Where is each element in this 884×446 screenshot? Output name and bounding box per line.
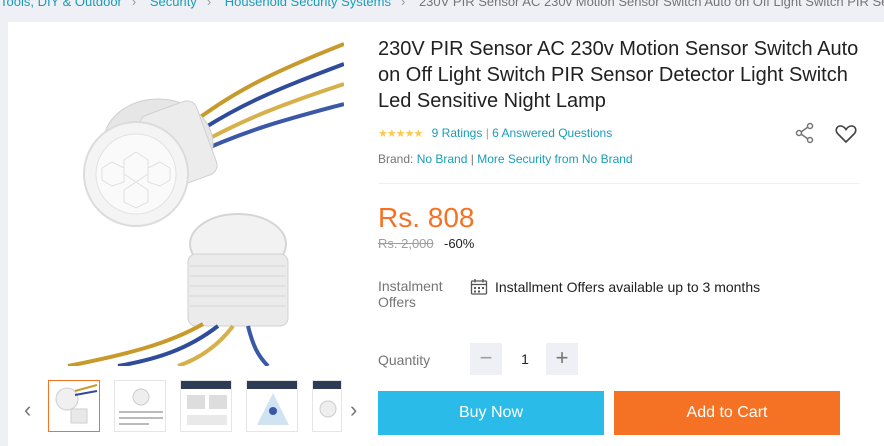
breadcrumb-separator: › [400,0,406,9]
instalment-offer-text: Installment Offers available up to 3 mon… [495,279,761,295]
thumbnail-image[interactable] [312,380,342,432]
product-title: 230V PIR Sensor AC 230v Motion Sensor Sw… [378,38,859,112]
more-from-brand-link[interactable]: More Security from No Brand [477,152,632,166]
current-price: Rs. 808 [378,202,475,233]
product-card: ‹ › 230V PIR Sensor AC 230v Motion Senso… [8,22,884,446]
add-to-cart-button[interactable]: Add to Cart [614,391,840,435]
instalment-label: Instalment Offers [378,278,443,310]
ratings-link[interactable]: 9 Ratings [432,126,483,140]
thumbnail-strip: ‹ › [18,377,368,437]
buy-now-button[interactable]: Buy Now [378,391,604,435]
thumbnail-image[interactable] [48,380,100,432]
rating-row: ★★★★★ 9 Ratings | 6 Answered Questions [378,126,612,140]
chevron-left-icon[interactable]: ‹ [24,397,31,423]
breadcrumb-current: 230V PIR Sensor AC 230v Motion Sensor Sw… [418,0,884,9]
discount-badge: -60% [444,236,475,251]
quantity-label: Quantity [378,352,431,368]
brand-row: Brand: No Brand | More Security from No … [378,152,633,166]
heart-icon[interactable] [834,122,858,146]
product-main-image[interactable] [28,34,344,366]
thumbnail-image[interactable] [114,380,166,432]
divider [378,183,860,184]
share-icon[interactable] [794,122,816,144]
quantity-decrease-button[interactable]: − [470,343,502,375]
breadcrumb-separator: › [131,0,137,9]
original-price: Rs. 2,000 [378,236,434,251]
brand-label: Brand: [378,152,414,166]
answered-questions-link[interactable]: 6 Answered Questions [492,126,612,140]
calendar-icon [470,278,488,296]
breadcrumb: Tools, DIY & Outdoor › Security › Househol… [0,0,884,12]
chevron-right-icon[interactable]: › [350,397,357,423]
quantity-increase-button[interactable]: + [546,343,578,375]
breadcrumb-item[interactable]: Security [150,0,197,9]
breadcrumb-item[interactable]: Household Security Systems [225,0,391,9]
rating-stars: ★★★★★ [378,128,423,140]
thumbnail-image[interactable] [180,380,232,432]
thumbnail-image[interactable] [246,380,298,432]
brand-link[interactable]: No Brand [417,152,468,166]
breadcrumb-item[interactable]: Tools, DIY & Outdoor [0,0,122,9]
quantity-value[interactable]: 1 [510,351,540,367]
breadcrumb-separator: › [206,0,212,9]
